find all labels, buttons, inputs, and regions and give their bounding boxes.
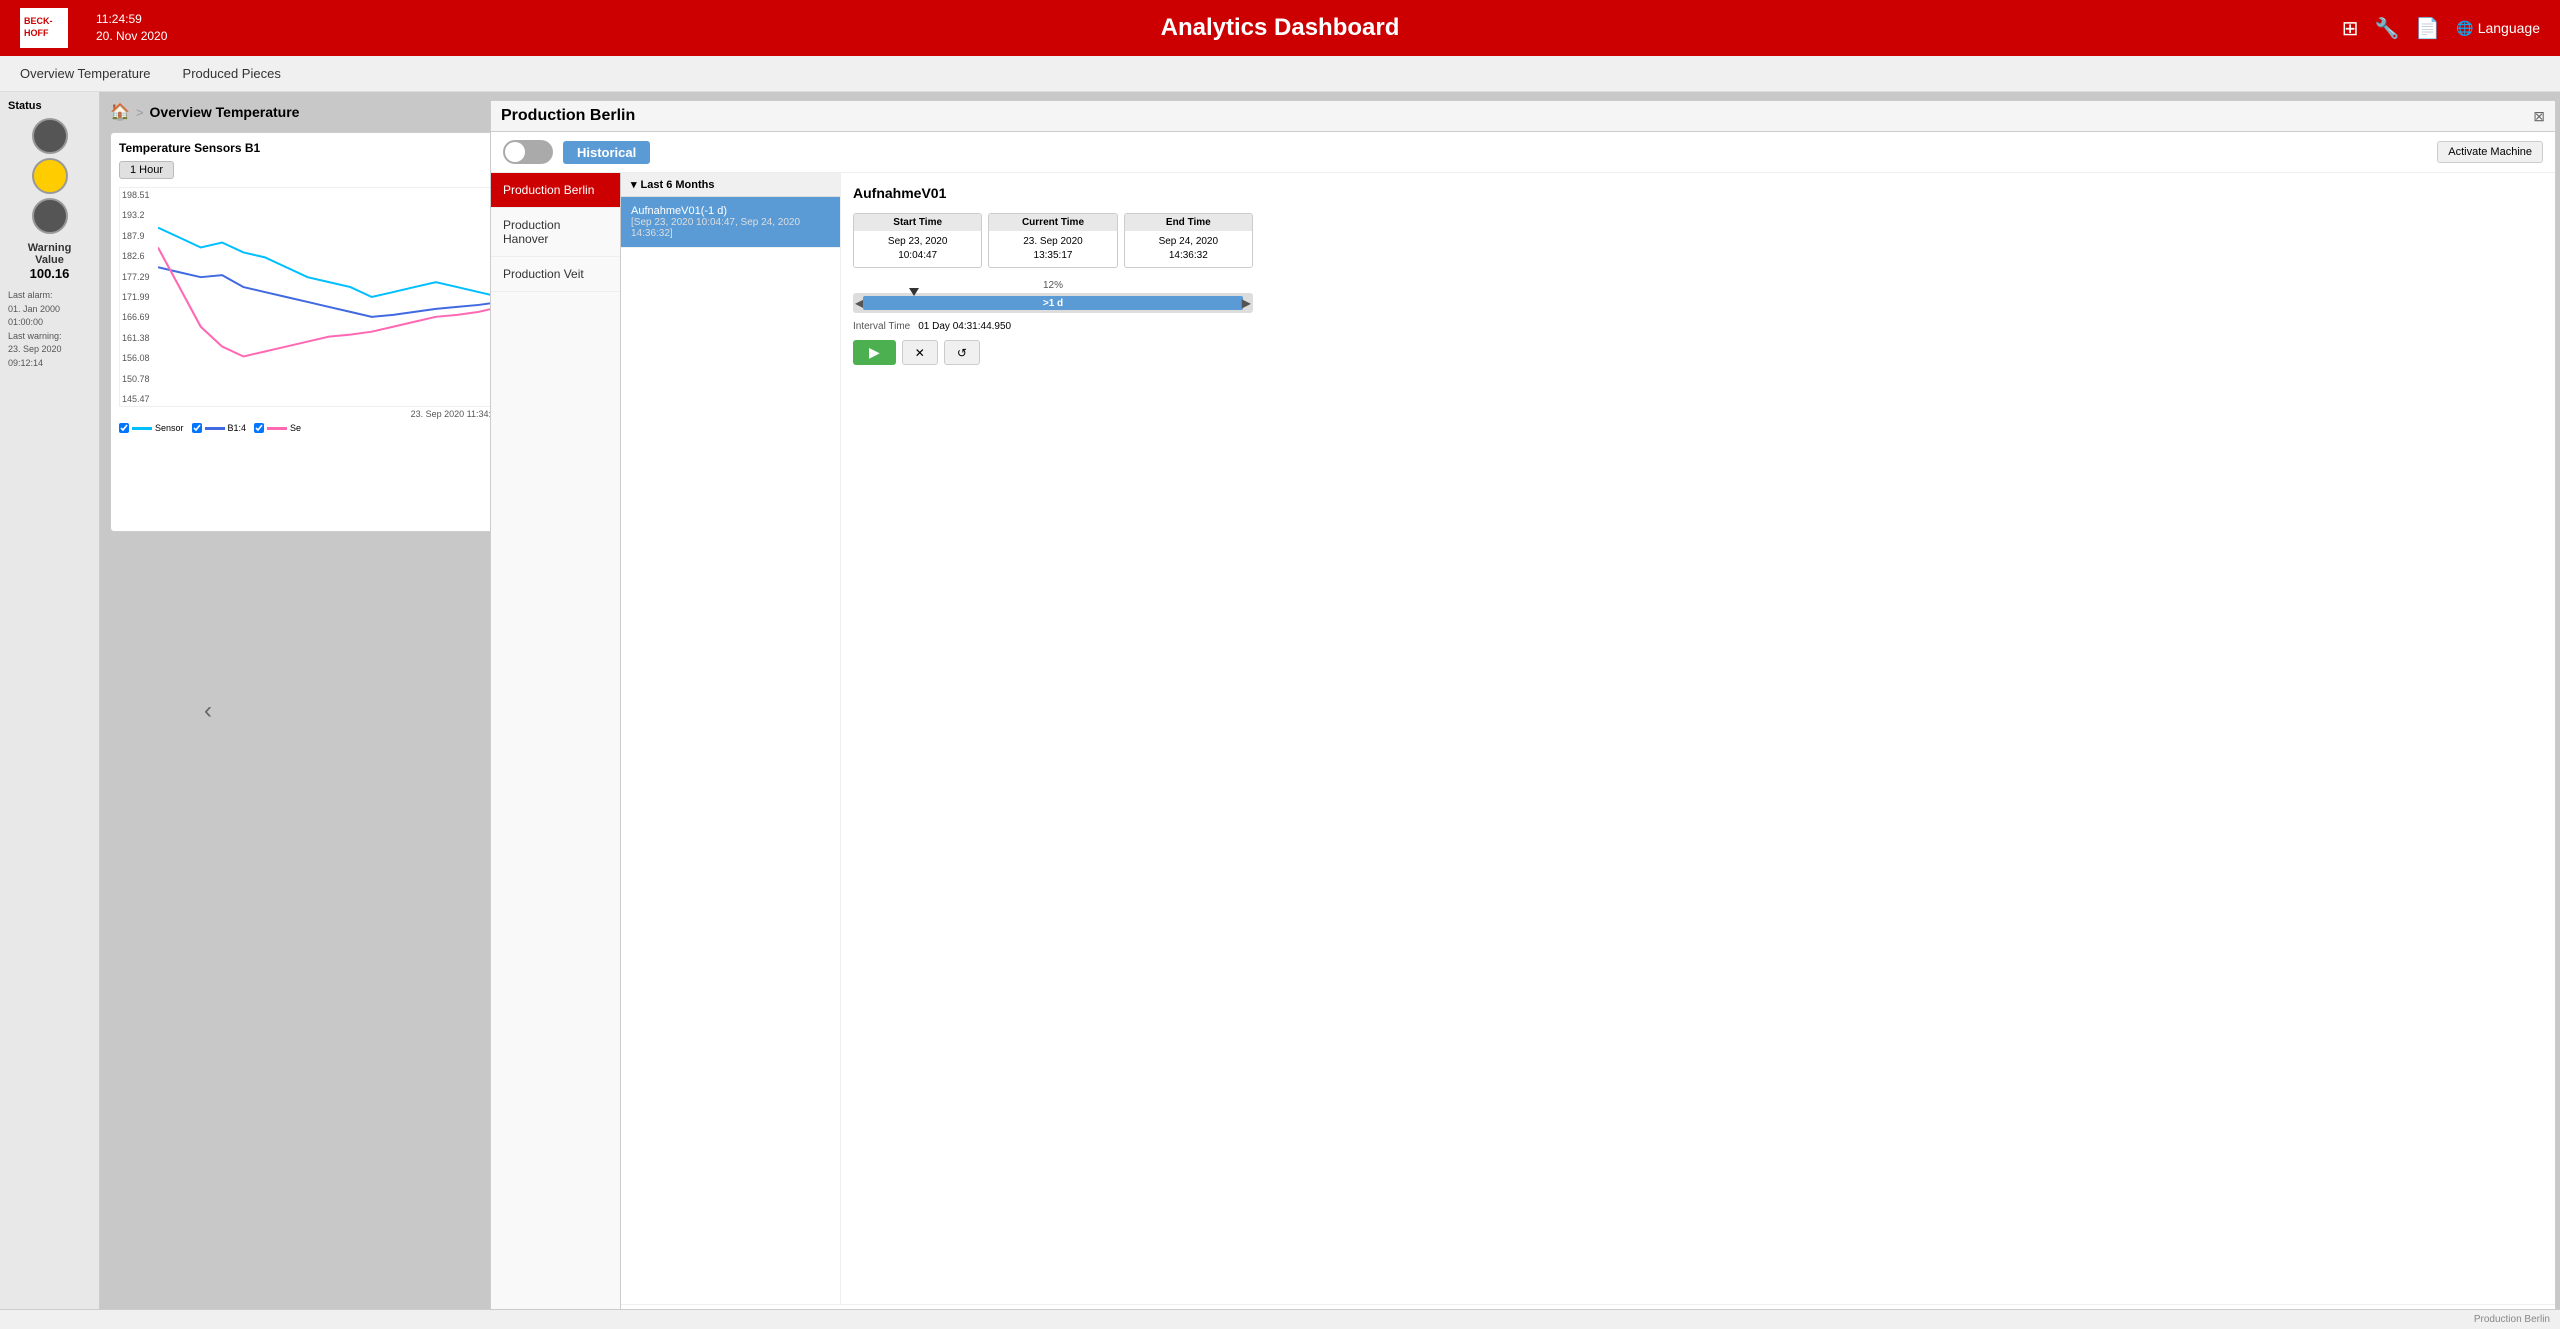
- content-area: 🏠 > Overview Temperature ‹ Temperature S…: [100, 92, 2560, 1329]
- popup-close-button[interactable]: ⊠: [2533, 108, 2545, 125]
- nav-overview-temperature[interactable]: Overview Temperature: [16, 58, 155, 89]
- progress-right-button[interactable]: ▶: [1242, 296, 1251, 310]
- activate-machine-button[interactable]: Activate Machine: [2437, 141, 2543, 163]
- record-date: [Sep 23, 2020 10:04:47, Sep 24, 2020 14:…: [631, 217, 830, 239]
- svg-text:BECK-: BECK-: [24, 16, 53, 26]
- stop-button[interactable]: ✕: [902, 340, 938, 365]
- nav-produced-pieces[interactable]: Produced Pieces: [179, 58, 285, 89]
- main-popup: Production Berlin ⊠ Historical Activate …: [490, 100, 2556, 1325]
- stop-icon: ✕: [915, 346, 925, 360]
- legend-se-checkbox[interactable]: [254, 423, 264, 433]
- breadcrumb-separator: >: [136, 105, 144, 120]
- records-group-header[interactable]: ▾ Last 6 Months: [621, 173, 840, 197]
- status-value: 100.16: [30, 266, 70, 281]
- refresh-button[interactable]: ↺: [944, 340, 980, 365]
- toggle-knob: [505, 142, 525, 162]
- popup-header: Production Berlin ⊠: [491, 101, 2555, 132]
- current-time-value: 23. Sep 202013:35:17: [989, 231, 1116, 267]
- interval-button[interactable]: 1 Hour: [119, 161, 174, 179]
- header-time: 11:24:59 20. Nov 2020: [96, 11, 167, 45]
- navbar: Overview Temperature Produced Pieces: [0, 56, 2560, 92]
- breadcrumb-current: Overview Temperature: [150, 104, 300, 120]
- interval-time-value: 01 Day 04:31:44.950: [918, 321, 1011, 332]
- historical-label: Historical: [563, 141, 650, 164]
- header-right: ⊞ 🔧 📄 🌐 Language: [2342, 16, 2540, 41]
- yellow-light: [32, 158, 68, 194]
- status-warning-label: Warning: [28, 242, 72, 254]
- green-light: [32, 198, 68, 234]
- record-title: AufnahmeV01(-1 d): [631, 205, 830, 217]
- interval-time-label: Interval Time: [853, 321, 910, 332]
- status-panel: Status Warning Value 100.16 Last alarm: …: [0, 92, 100, 1329]
- beckhoff-logo: BECK- HOFF: [20, 8, 68, 48]
- refresh-icon: ↺: [957, 346, 967, 360]
- status-info: Last alarm: 01. Jan 2000 01:00:00 Last w…: [8, 289, 91, 370]
- legend-sensor-checkbox[interactable]: [119, 423, 129, 433]
- records-list: ▾ Last 6 Months AufnahmeV01(-1 d) [Sep 2…: [621, 173, 841, 1304]
- action-buttons: ▶ ✕ ↺: [853, 340, 1253, 365]
- current-time-cell: Current Time 23. Sep 202013:35:17: [988, 213, 1117, 268]
- legend-se: Se: [254, 423, 301, 433]
- language-button[interactable]: 🌐 Language: [2456, 20, 2540, 37]
- legend-b14: B1:4: [192, 423, 247, 433]
- popup-title: Production Berlin: [501, 107, 635, 125]
- popup-body: Production Berlin Production Hanover Pro…: [491, 173, 2555, 1324]
- detail-title: AufnahmeV01: [853, 185, 2543, 201]
- chart-x-label: 23. Sep 2020 11:34:47: [119, 409, 501, 419]
- historical-toggle[interactable]: [503, 140, 553, 164]
- detail-area: AufnahmeV01 Start Time Sep 23, 202010:04…: [841, 173, 2555, 1304]
- wrench-icon[interactable]: 🔧: [2374, 16, 2399, 41]
- progress-marker: [909, 288, 919, 296]
- popup-nav: Production Berlin Production Hanover Pro…: [491, 173, 621, 1324]
- end-time-value: Sep 24, 202014:36:32: [1125, 231, 1252, 267]
- progress-container: 12% ◀ >1 d ▶: [853, 280, 1253, 313]
- chart-area: 198.51 193.2 187.9 182.6 177.29 171.99 1…: [119, 187, 501, 407]
- legend-b14-checkbox[interactable]: [192, 423, 202, 433]
- time-grid: Start Time Sep 23, 202010:04:47 Current …: [853, 213, 1253, 268]
- status-label: Status: [8, 100, 42, 112]
- sensor-title: Temperature Sensors B1: [119, 141, 501, 155]
- main-area: Status Warning Value 100.16 Last alarm: …: [0, 92, 2560, 1329]
- start-time-header: Start Time: [854, 214, 981, 231]
- legend-sensor: Sensor: [119, 423, 184, 433]
- config-icon[interactable]: ⊞: [2342, 16, 2359, 41]
- chart-legend: Sensor B1:4 Se: [119, 423, 501, 433]
- svg-text:HOFF: HOFF: [24, 28, 49, 38]
- status-value-label: Value: [35, 254, 64, 266]
- play-button[interactable]: ▶: [853, 340, 896, 365]
- toggle-bar: Historical Activate Machine: [491, 132, 2555, 173]
- logo-block: BECK- HOFF 11:24:59 20. Nov 2020: [20, 8, 167, 48]
- red-light: [32, 118, 68, 154]
- popup-content: ▾ Last 6 Months AufnahmeV01(-1 d) [Sep 2…: [621, 173, 2555, 1324]
- header-title: Analytics Dashboard: [1161, 14, 1400, 42]
- home-icon[interactable]: 🏠: [110, 102, 130, 122]
- traffic-light: [32, 118, 68, 234]
- popup-nav-production-veit[interactable]: Production Veit: [491, 257, 620, 292]
- end-time-header: End Time: [1125, 214, 1252, 231]
- play-icon: ▶: [869, 344, 880, 361]
- records-section: ▾ Last 6 Months AufnahmeV01(-1 d) [Sep 2…: [621, 173, 2555, 1304]
- bottom-bar: Production Berlin: [0, 1309, 2560, 1329]
- popup-nav-production-hanover[interactable]: Production Hanover: [491, 208, 620, 257]
- progress-bar-wrapper[interactable]: ◀ >1 d ▶: [853, 293, 1253, 313]
- start-time-value: Sep 23, 202010:04:47: [854, 231, 981, 267]
- nav-arrow-left[interactable]: ‹: [204, 697, 212, 725]
- start-time-cell: Start Time Sep 23, 202010:04:47: [853, 213, 982, 268]
- popup-nav-production-berlin[interactable]: Production Berlin: [491, 173, 620, 208]
- progress-bar-label: >1 d: [1043, 298, 1063, 309]
- chart-y-labels: 198.51 193.2 187.9 182.6 177.29 171.99 1…: [120, 188, 158, 406]
- current-time-header: Current Time: [989, 214, 1116, 231]
- record-item-0[interactable]: AufnahmeV01(-1 d) [Sep 23, 2020 10:04:47…: [621, 197, 840, 248]
- end-time-cell: End Time Sep 24, 202014:36:32: [1124, 213, 1253, 268]
- chart-canvas: [158, 188, 500, 406]
- document-icon[interactable]: 📄: [2415, 16, 2440, 41]
- sensor-panel: Temperature Sensors B1 1 Hour 198.51 193…: [110, 132, 510, 532]
- bottom-bar-text: Production Berlin: [2474, 1314, 2550, 1325]
- header: BECK- HOFF 11:24:59 20. Nov 2020 Analyti…: [0, 0, 2560, 56]
- interval-time-row: Interval Time 01 Day 04:31:44.950: [853, 321, 1253, 332]
